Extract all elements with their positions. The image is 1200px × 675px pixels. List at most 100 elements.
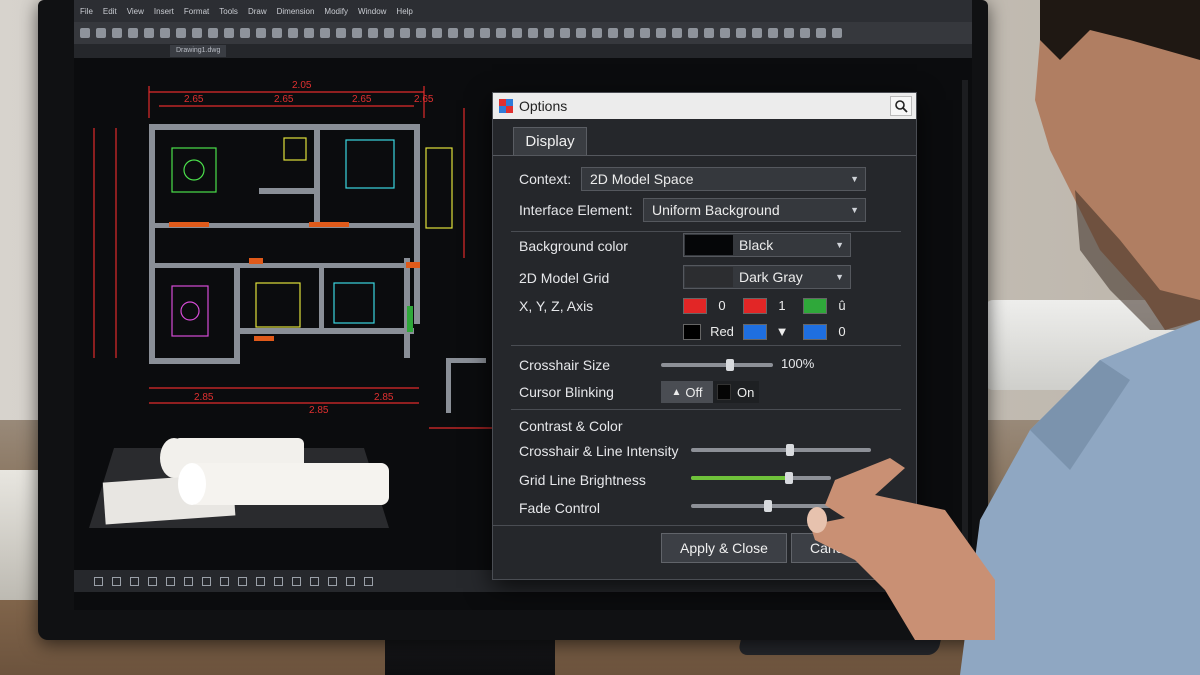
tab-display[interactable]: Display (513, 127, 587, 155)
axis-color-swatch[interactable] (683, 298, 707, 314)
slider-thumb[interactable] (726, 359, 735, 371)
menu-item[interactable]: Modify (324, 7, 348, 16)
toolbar-tool-icon[interactable] (624, 28, 634, 38)
toolbar-tool-icon[interactable] (480, 28, 490, 38)
toolbar-tool-icon[interactable] (720, 28, 730, 38)
toolbar-tool-icon[interactable] (592, 28, 602, 38)
status-toggle-icon[interactable] (328, 576, 337, 586)
toolbar-tool-icon[interactable] (464, 28, 474, 38)
slider-thumb[interactable] (785, 472, 793, 484)
toolbar-tool-icon[interactable] (704, 28, 714, 38)
status-toggle-icon[interactable] (310, 576, 319, 586)
toolbar-tool-icon[interactable] (400, 28, 410, 38)
toolbar-tool-icon[interactable] (192, 28, 202, 38)
axis-color-swatch[interactable] (743, 298, 767, 314)
toolbar-tool-icon[interactable] (752, 28, 762, 38)
toolbar-tool-icon[interactable] (512, 28, 522, 38)
grid-brightness-slider[interactable] (691, 472, 831, 484)
menu-item[interactable]: Dimension (277, 7, 315, 16)
toolbar-tool-icon[interactable] (432, 28, 442, 38)
toolbar-tool-icon[interactable] (176, 28, 186, 38)
search-button[interactable] (890, 96, 912, 116)
document-tab[interactable]: Drawing1.dwg (170, 45, 227, 57)
toolbar-tool-icon[interactable] (160, 28, 170, 38)
status-toggle-icon[interactable] (94, 576, 103, 586)
cursor-blinking-toggle[interactable]: ▲ Off On (661, 381, 759, 403)
toolbar-tool-icon[interactable] (672, 28, 682, 38)
toolbar-tool-icon[interactable] (112, 28, 122, 38)
status-toggle-icon[interactable] (112, 576, 121, 586)
toolbar-tool-icon[interactable] (784, 28, 794, 38)
status-toggle-icon[interactable] (274, 576, 283, 586)
toolbar-tool-icon[interactable] (144, 28, 154, 38)
status-toggle-icon[interactable] (184, 576, 193, 586)
menu-item[interactable]: Draw (248, 7, 267, 16)
toolbar-tool-icon[interactable] (640, 28, 650, 38)
fade-control-slider[interactable] (691, 500, 831, 512)
crosshair-intensity-slider[interactable] (691, 444, 871, 456)
menu-item[interactable]: Format (184, 7, 209, 16)
toolbar-tool-icon[interactable] (384, 28, 394, 38)
toolbar-tool-icon[interactable] (576, 28, 586, 38)
toggle-on[interactable]: On (713, 381, 759, 403)
toolbar-tool-icon[interactable] (528, 28, 538, 38)
toolbar-tool-icon[interactable] (336, 28, 346, 38)
status-toggle-icon[interactable] (256, 576, 265, 586)
slider-thumb[interactable] (764, 500, 772, 512)
toolbar-tool-icon[interactable] (496, 28, 506, 38)
interface-element-select[interactable]: Uniform Background ▼ (643, 198, 866, 222)
status-toggle-icon[interactable] (292, 576, 301, 586)
toolbar-tool-icon[interactable] (80, 28, 90, 38)
model-grid-select[interactable]: Dark Gray ▼ (683, 265, 851, 289)
menu-item[interactable]: Edit (103, 7, 117, 16)
toolbar-tool-icon[interactable] (768, 28, 778, 38)
toolbar-tool-icon[interactable] (832, 28, 842, 38)
axis-color-swatch[interactable] (803, 298, 827, 314)
toolbar-tool-icon[interactable] (240, 28, 250, 38)
axis-color-swatch[interactable] (683, 324, 701, 340)
toolbar-tool-icon[interactable] (800, 28, 810, 38)
toolbar-tool-icon[interactable] (256, 28, 266, 38)
axis-color-swatch[interactable] (803, 324, 827, 340)
toolbar-tool-icon[interactable] (128, 28, 138, 38)
status-toggle-icon[interactable] (346, 576, 355, 586)
toolbar-tool-icon[interactable] (96, 28, 106, 38)
toolbar-tool-icon[interactable] (736, 28, 746, 38)
status-toggle-icon[interactable] (238, 576, 247, 586)
context-select[interactable]: 2D Model Space ▼ (581, 167, 866, 191)
apply-close-button[interactable]: Apply & Close (661, 533, 787, 563)
status-toggle-icon[interactable] (220, 576, 229, 586)
toolbar-tool-icon[interactable] (320, 28, 330, 38)
toolbar-tool-icon[interactable] (816, 28, 826, 38)
menu-item[interactable]: Tools (219, 7, 238, 16)
cancel-button[interactable]: Cancel (791, 533, 891, 563)
toolbar-tool-icon[interactable] (656, 28, 666, 38)
menu-item[interactable]: Help (396, 7, 412, 16)
toolbar-tool-icon[interactable] (560, 28, 570, 38)
toolbar-tool-icon[interactable] (272, 28, 282, 38)
toolbar-tool-icon[interactable] (288, 28, 298, 38)
toolbar-tool-icon[interactable] (208, 28, 218, 38)
menu-item[interactable]: View (127, 7, 144, 16)
status-toggle-icon[interactable] (364, 576, 373, 586)
toolbar-tool-icon[interactable] (416, 28, 426, 38)
slider-thumb[interactable] (786, 444, 794, 456)
status-toggle-icon[interactable] (202, 576, 211, 586)
status-toggle-icon[interactable] (148, 576, 157, 586)
toolbar-tool-icon[interactable] (448, 28, 458, 38)
toolbar-tool-icon[interactable] (608, 28, 618, 38)
status-toggle-icon[interactable] (130, 576, 139, 586)
toggle-off[interactable]: ▲ Off (661, 381, 713, 403)
toolbar-tool-icon[interactable] (368, 28, 378, 38)
toolbar-tool-icon[interactable] (304, 28, 314, 38)
vertical-scrollbar[interactable] (962, 80, 968, 550)
toolbar-tool-icon[interactable] (688, 28, 698, 38)
menu-item[interactable]: File (80, 7, 93, 16)
status-toggle-icon[interactable] (166, 576, 175, 586)
menu-item[interactable]: Window (358, 7, 386, 16)
toolbar-tool-icon[interactable] (352, 28, 362, 38)
toolbar-tool-icon[interactable] (544, 28, 554, 38)
toolbar-tool-icon[interactable] (224, 28, 234, 38)
dialog-title-bar[interactable]: Options (493, 93, 916, 119)
menu-item[interactable]: Insert (154, 7, 174, 16)
